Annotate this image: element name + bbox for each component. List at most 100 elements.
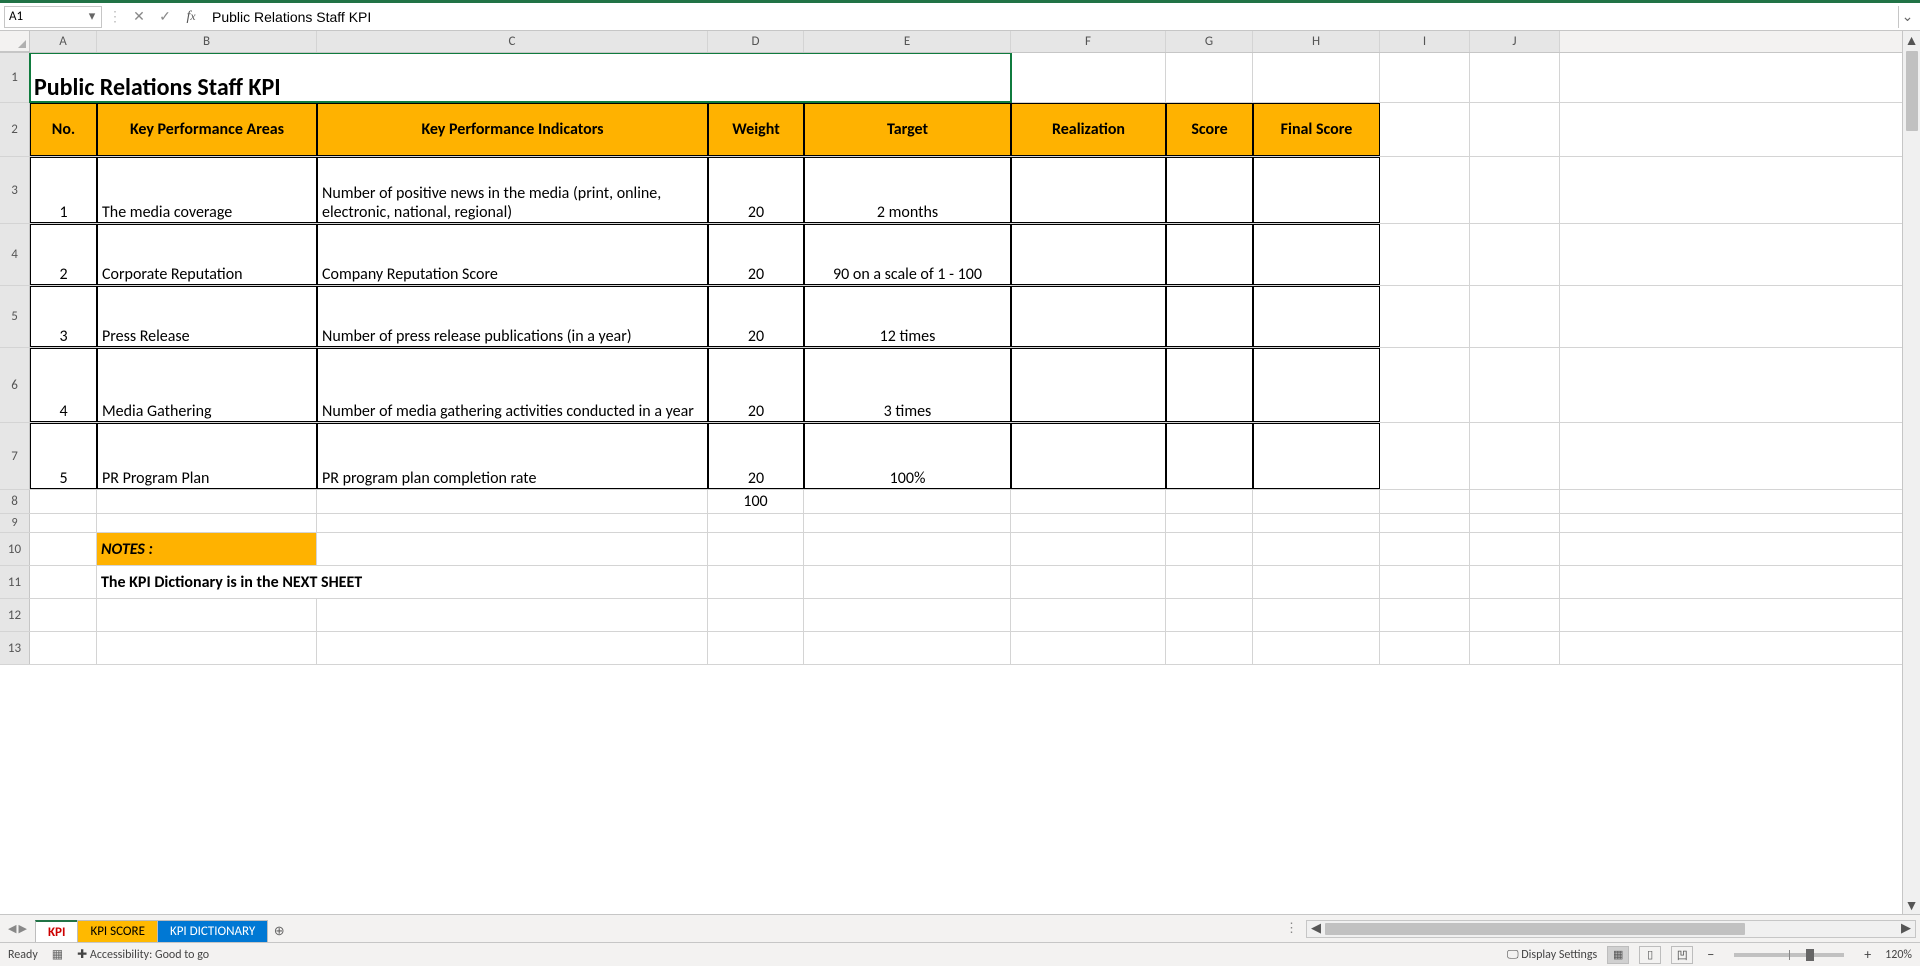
row-header[interactable]: 7: [0, 423, 30, 489]
cell-final[interactable]: [1253, 224, 1380, 285]
cell-target[interactable]: 12 times: [804, 286, 1011, 347]
cell-J4[interactable]: [1470, 224, 1560, 285]
cell-D11[interactable]: [708, 566, 804, 598]
empty-cell[interactable]: [1380, 632, 1470, 664]
cell-G11[interactable]: [1166, 566, 1253, 598]
cell-A10[interactable]: [30, 533, 97, 565]
accessibility-status[interactable]: ✚ Accessibility: Good to go: [77, 947, 209, 962]
tab-kpi[interactable]: KPI: [35, 920, 79, 942]
view-normal-button[interactable]: ▦: [1607, 946, 1629, 964]
cell-J3[interactable]: [1470, 157, 1560, 223]
empty-cell[interactable]: [708, 632, 804, 664]
cell-kpi[interactable]: Company Reputation Score: [317, 224, 708, 285]
row-header[interactable]: 5: [0, 286, 30, 347]
cell-A1-title[interactable]: Public Relations Staff KPI: [30, 53, 1011, 102]
col-header-A[interactable]: A: [30, 31, 97, 52]
empty-cell[interactable]: [1011, 599, 1166, 631]
cell-no[interactable]: 2: [30, 224, 97, 285]
accept-formula-button[interactable]: ✓: [154, 6, 176, 28]
empty-cell[interactable]: [1253, 599, 1380, 631]
name-box-dropdown-icon[interactable]: ▾: [87, 9, 97, 24]
cell-target[interactable]: 3 times: [804, 348, 1011, 422]
scroll-down-icon[interactable]: ▼: [1903, 896, 1920, 914]
cell-F1[interactable]: [1011, 53, 1166, 102]
col-header-G[interactable]: G: [1166, 31, 1253, 52]
empty-cell[interactable]: [30, 632, 97, 664]
row-header[interactable]: 4: [0, 224, 30, 285]
cell-E10[interactable]: [804, 533, 1011, 565]
cell-I8[interactable]: [1380, 490, 1470, 513]
cell-kpi[interactable]: Number of positive news in the media (pr…: [317, 157, 708, 223]
cell-score[interactable]: [1166, 286, 1253, 347]
cell-score[interactable]: [1166, 348, 1253, 422]
scroll-right-icon[interactable]: ▶: [1897, 921, 1915, 936]
zoom-in-button[interactable]: +: [1860, 946, 1875, 963]
cell-A9[interactable]: [30, 514, 97, 532]
scroll-up-icon[interactable]: ▲: [1903, 31, 1920, 49]
cell-J7[interactable]: [1470, 423, 1560, 489]
cell-score[interactable]: [1166, 224, 1253, 285]
cell-weight[interactable]: 20: [708, 157, 804, 223]
view-page-layout-button[interactable]: ▯: [1639, 946, 1661, 964]
cell-J9[interactable]: [1470, 514, 1560, 532]
cell-I4[interactable]: [1380, 224, 1470, 285]
cell-target[interactable]: 100%: [804, 423, 1011, 489]
cell-real[interactable]: [1011, 157, 1166, 223]
col-header-J[interactable]: J: [1470, 31, 1560, 52]
cell-H11[interactable]: [1253, 566, 1380, 598]
row-header[interactable]: 12: [0, 599, 30, 631]
empty-cell[interactable]: [1380, 599, 1470, 631]
cell-no[interactable]: 5: [30, 423, 97, 489]
header-final[interactable]: Final Score: [1253, 103, 1380, 156]
row-header[interactable]: 1: [0, 53, 30, 102]
zoom-out-button[interactable]: −: [1703, 946, 1718, 963]
cell-E8[interactable]: [804, 490, 1011, 513]
cell-no[interactable]: 4: [30, 348, 97, 422]
cell-score[interactable]: [1166, 157, 1253, 223]
cell-B9[interactable]: [97, 514, 317, 532]
cell-kpa[interactable]: Press Release: [97, 286, 317, 347]
hscroll-thumb[interactable]: [1325, 923, 1745, 935]
cell-I5[interactable]: [1380, 286, 1470, 347]
row-header[interactable]: 8: [0, 490, 30, 513]
col-header-E[interactable]: E: [804, 31, 1011, 52]
header-no[interactable]: No.: [30, 103, 97, 156]
cell-I9[interactable]: [1380, 514, 1470, 532]
zoom-percent[interactable]: 120%: [1885, 948, 1912, 962]
cell-H10[interactable]: [1253, 533, 1380, 565]
empty-cell[interactable]: [1253, 632, 1380, 664]
cell-score[interactable]: [1166, 423, 1253, 489]
cell-kpi[interactable]: Number of media gathering activities con…: [317, 348, 708, 422]
cell-J8[interactable]: [1470, 490, 1560, 513]
cell-kpa[interactable]: PR Program Plan: [97, 423, 317, 489]
hscroll-track[interactable]: [1325, 921, 1897, 937]
cell-J10[interactable]: [1470, 533, 1560, 565]
cell-kpa[interactable]: Media Gathering: [97, 348, 317, 422]
cell-E11[interactable]: [804, 566, 1011, 598]
cell-I6[interactable]: [1380, 348, 1470, 422]
cell-I2[interactable]: [1380, 103, 1470, 156]
cell-final[interactable]: [1253, 157, 1380, 223]
cell-I7[interactable]: [1380, 423, 1470, 489]
cell-weight[interactable]: 20: [708, 286, 804, 347]
cell-kpa[interactable]: Corporate Reputation: [97, 224, 317, 285]
header-weight[interactable]: Weight: [708, 103, 804, 156]
cell-weight[interactable]: 20: [708, 348, 804, 422]
empty-cell[interactable]: [804, 632, 1011, 664]
horizontal-scrollbar[interactable]: ◀ ▶: [1306, 920, 1916, 938]
grid-body[interactable]: 1 Public Relations Staff KPI 2 No. Key P…: [0, 53, 1920, 914]
zoom-knob[interactable]: [1806, 949, 1814, 961]
header-kpa[interactable]: Key Performance Areas: [97, 103, 317, 156]
empty-cell[interactable]: [1011, 632, 1166, 664]
formula-input[interactable]: [206, 6, 1894, 28]
cell-no[interactable]: 3: [30, 286, 97, 347]
cell-C8[interactable]: [317, 490, 708, 513]
cell-D9[interactable]: [708, 514, 804, 532]
row-header[interactable]: 10: [0, 533, 30, 565]
cell-final[interactable]: [1253, 348, 1380, 422]
name-box[interactable]: A1 ▾: [4, 6, 102, 28]
col-header-C[interactable]: C: [317, 31, 708, 52]
tab-split-handle[interactable]: ⋮: [1285, 921, 1306, 936]
insert-function-button[interactable]: fx: [180, 6, 202, 28]
cell-I11[interactable]: [1380, 566, 1470, 598]
